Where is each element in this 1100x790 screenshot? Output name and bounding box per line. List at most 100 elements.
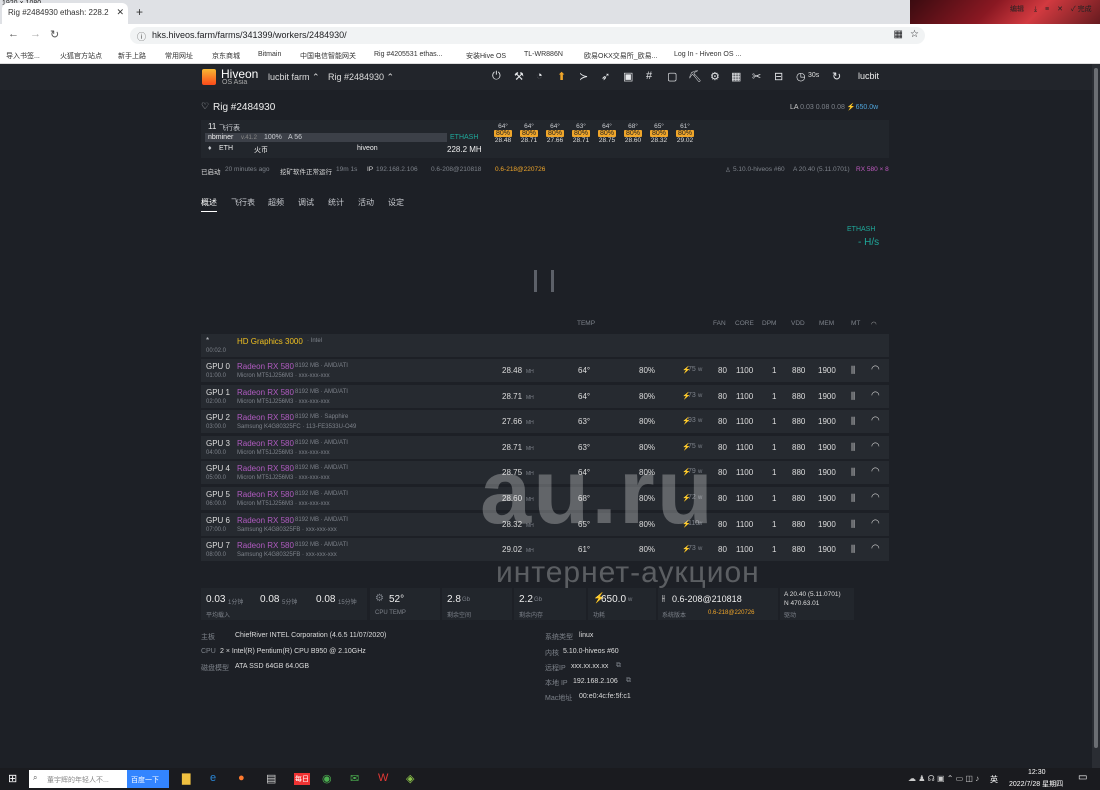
- tune-icon[interactable]: ⫼: [851, 493, 855, 504]
- notification-icon[interactable]: ▭: [1078, 772, 1087, 783]
- bookmark-item[interactable]: TL-WR886N: [524, 51, 563, 58]
- bookmark-item[interactable]: 火狐官方站点: [60, 51, 102, 61]
- gauge-icon[interactable]: ◠: [871, 441, 880, 452]
- done-button[interactable]: 完成: [1078, 6, 1092, 13]
- bookmark-item[interactable]: Rig #4205531 ethas...: [374, 51, 443, 58]
- clock-time[interactable]: 12:30: [1028, 769, 1046, 776]
- gpu-vdd: 880: [792, 391, 806, 401]
- hash-icon[interactable]: #: [646, 70, 652, 82]
- gauge-icon[interactable]: ◠: [871, 466, 880, 477]
- tab-settings[interactable]: 设定: [388, 197, 404, 208]
- timer-icon[interactable]: ◷: [796, 70, 806, 83]
- wifi-icon[interactable]: ◔: [536, 70, 543, 82]
- copy-icon[interactable]: ⧉: [626, 677, 631, 685]
- chrome-icon[interactable]: ◉: [322, 772, 332, 785]
- edit-button[interactable]: 编辑: [1010, 6, 1024, 13]
- edge-icon[interactable]: e: [210, 772, 216, 784]
- gauge-icon[interactable]: ◠: [871, 543, 880, 554]
- rig-selector[interactable]: Rig #2484930 ⌃: [328, 72, 394, 83]
- file-explorer-icon[interactable]: ▇: [182, 772, 190, 785]
- clock-date[interactable]: 2022/7/28 星期四: [1009, 779, 1063, 789]
- tune-icon[interactable]: ⫼: [851, 544, 855, 555]
- back-icon[interactable]: ←: [8, 28, 19, 40]
- farm-selector[interactable]: lucbit farm ⌃: [268, 72, 320, 83]
- tab-tuning[interactable]: 调试: [298, 197, 314, 208]
- store-icon[interactable]: ▤: [266, 772, 276, 785]
- tab-overview[interactable]: 概述: [201, 197, 217, 212]
- bookmark-item[interactable]: 中国电信智能网关: [300, 51, 356, 61]
- browser-tab[interactable]: Rig #2484930 ethash: 228.2 ✕: [2, 3, 128, 24]
- rocket-icon[interactable]: ➶: [601, 70, 610, 83]
- gauge-icon[interactable]: ◠: [871, 415, 880, 426]
- tab-overclock[interactable]: 超频: [268, 197, 284, 208]
- gauge-icon[interactable]: ◠: [871, 364, 880, 375]
- bookmark-item[interactable]: 新手上路: [118, 51, 146, 61]
- bookmark-item[interactable]: Log In - Hiveon OS ...: [674, 51, 741, 58]
- gpu-row[interactable]: GPU 1 02:00.0 Radeon RX 580 8192 MB · AMD/A…: [201, 384, 889, 409]
- info-icon[interactable]: ⓘ: [137, 30, 146, 43]
- upload-icon[interactable]: ⬆: [557, 70, 566, 83]
- tune-icon[interactable]: ⫼: [851, 365, 855, 376]
- gpu-fan-percent: 80%: [639, 417, 656, 427]
- close-tab-icon[interactable]: ✕: [116, 7, 124, 18]
- os-update[interactable]: 0.6-218@220726: [708, 610, 754, 616]
- gauge-icon[interactable]: ◠: [871, 390, 880, 401]
- bookmark-item[interactable]: 导入书签...: [6, 51, 40, 61]
- tune-icon[interactable]: ⫼: [851, 519, 855, 530]
- cube-icon[interactable]: ◈: [406, 772, 414, 785]
- tune-icon[interactable]: ⫼: [851, 467, 855, 478]
- copy-icon[interactable]: ⧉: [616, 662, 621, 670]
- bookmark-star-icon[interactable]: ☆: [910, 29, 919, 40]
- gpu-core: 1100: [736, 494, 754, 503]
- bookmark-item[interactable]: Bitmain: [258, 51, 281, 58]
- mining-icon[interactable]: ⚙: [710, 70, 720, 83]
- search-input[interactable]: ⌕ 董宇辉的年轻人不...: [29, 770, 127, 788]
- tune-icon[interactable]: ⫼: [851, 442, 855, 453]
- download-icon[interactable]: ⤓: [1034, 6, 1037, 13]
- reload-icon[interactable]: ↻: [50, 28, 59, 41]
- gauge-icon[interactable]: ◠: [871, 492, 880, 503]
- gpu-row[interactable]: GPU 0 01:00.0 Radeon RX 580 8192 MB · AMD/A…: [201, 359, 889, 383]
- refresh-icon[interactable]: ↻: [832, 70, 841, 83]
- gpu-hashrate-unit: MH: [526, 369, 534, 375]
- forward-icon[interactable]: →: [30, 28, 41, 40]
- driver-update[interactable]: 0.6-218@220726: [495, 166, 545, 173]
- scrollbar[interactable]: [1092, 64, 1100, 768]
- image-icon[interactable]: ▣: [623, 70, 633, 83]
- bookmark-item[interactable]: 安装Hive OS: [466, 51, 506, 61]
- bookmark-item[interactable]: 欧易OKX交易所_欧易...: [584, 51, 658, 61]
- bookmark-item[interactable]: 京东商城: [212, 51, 240, 61]
- tune-icon[interactable]: ⫼: [851, 391, 855, 402]
- wechat-icon[interactable]: ✉: [350, 772, 359, 785]
- tab-stats[interactable]: 统计: [328, 197, 344, 208]
- terminal-icon[interactable]: ≻: [579, 70, 588, 83]
- new-tab-icon[interactable]: +: [136, 5, 143, 19]
- gauge-icon[interactable]: ◠: [871, 518, 880, 529]
- firefox-icon[interactable]: ●: [238, 772, 245, 784]
- gpu-row[interactable]: GPU 2 03:00.0 Radeon RX 580 8192 MB · Sapph…: [201, 410, 889, 435]
- windows-start-icon[interactable]: ⊞: [8, 772, 17, 785]
- power-icon[interactable]: ⏻: [492, 70, 501, 83]
- window-icon[interactable]: ▢: [667, 70, 677, 83]
- language-indicator[interactable]: 英: [990, 774, 998, 785]
- bookmark-item[interactable]: 常用网址: [165, 51, 193, 61]
- qr-icon[interactable]: ▦: [894, 29, 903, 40]
- url-input[interactable]: ⓘ hks.hiveos.farm/farms/341399/workers/2…: [130, 27, 925, 44]
- tab-flight-sheet[interactable]: 飞行表: [231, 197, 255, 208]
- user-name[interactable]: lucbit: [858, 71, 879, 81]
- grid-icon[interactable]: ▦: [731, 70, 741, 83]
- tune-icon[interactable]: ⫼: [851, 416, 855, 427]
- minus-icon[interactable]: ⊟: [774, 70, 783, 83]
- tab-activity[interactable]: 活动: [358, 197, 374, 208]
- wrench-icon[interactable]: ✂: [752, 70, 761, 83]
- system-tray-icons[interactable]: ☁ ♟ ☊ ▣ ⌃ ▭ ◫ ♪: [908, 774, 979, 783]
- check-icon[interactable]: ✓: [1071, 6, 1076, 13]
- wps-icon[interactable]: W: [378, 772, 388, 784]
- close-icon[interactable]: ✕: [1057, 6, 1063, 13]
- pickaxe-icon[interactable]: ⛏: [688, 70, 702, 83]
- menu-icon[interactable]: ≡: [1045, 6, 1049, 13]
- power-unit: w: [628, 597, 633, 603]
- tools-icon[interactable]: ⚒: [514, 70, 524, 83]
- baidu-search-button[interactable]: 百度一下: [127, 770, 169, 788]
- app-icon[interactable]: 每日: [294, 773, 310, 785]
